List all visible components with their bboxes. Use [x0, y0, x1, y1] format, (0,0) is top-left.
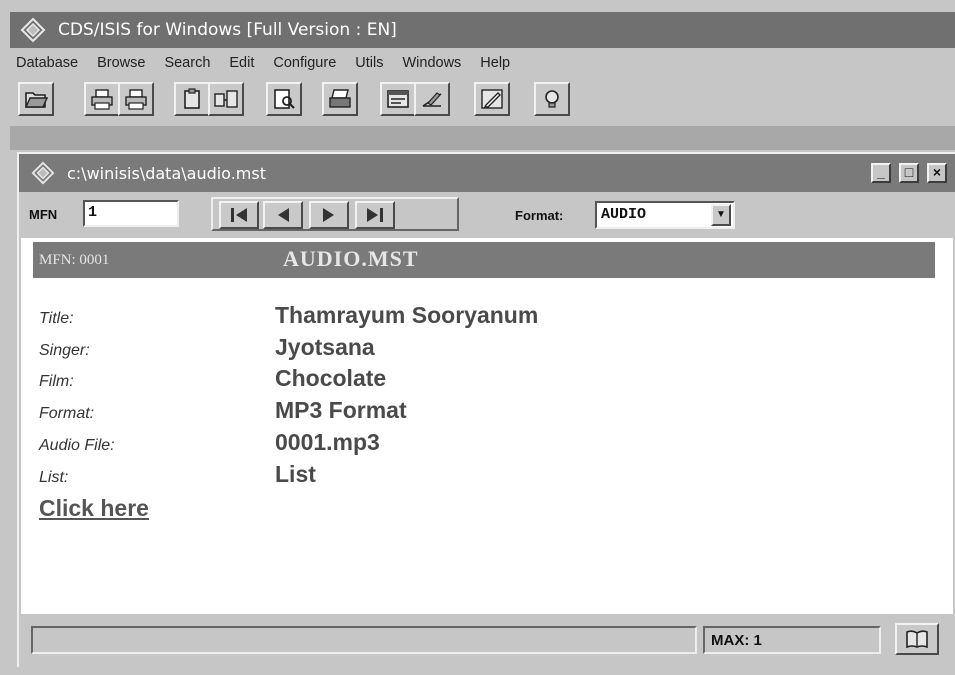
- previous-record-icon: [278, 208, 289, 222]
- menu-database[interactable]: Database: [16, 55, 78, 71]
- click-here-link[interactable]: Click here: [39, 495, 149, 522]
- clipboard-icon: [184, 88, 200, 109]
- field-label: List:: [39, 469, 69, 486]
- close-button[interactable]: ×: [927, 163, 947, 183]
- preview-button[interactable]: [266, 82, 302, 116]
- minimize-button[interactable]: _: [871, 163, 891, 183]
- next-record-button[interactable]: [309, 201, 349, 229]
- field-label: Format:: [39, 405, 95, 422]
- print-ist-button[interactable]: [118, 82, 154, 116]
- main-toolbar: [10, 80, 955, 122]
- menu-bar: Database Browse Search Edit Configure Ut…: [10, 50, 955, 76]
- mdi-background-strip: [10, 126, 955, 150]
- record-header: MFN: 0001 AUDIO.MST: [33, 242, 935, 278]
- max-records-panel: MAX: 1: [703, 626, 881, 654]
- preview-icon: [274, 89, 295, 109]
- format-selected-value: AUDIO: [601, 206, 647, 223]
- edit-icon: [422, 92, 442, 107]
- record-display: MFN: 0001 AUDIO.MST Title: Thamrayum Soo…: [21, 238, 953, 614]
- maximize-button[interactable]: □: [899, 163, 919, 183]
- first-record-icon: [231, 208, 247, 222]
- status-panel: [31, 626, 697, 654]
- print-txt-button[interactable]: [84, 82, 120, 116]
- field-value: MP3 Format: [275, 397, 407, 423]
- print-txt-icon: [91, 89, 113, 110]
- field-value: Chocolate: [275, 365, 387, 391]
- field-label: Title:: [39, 310, 74, 327]
- database-name: AUDIO.MST: [283, 246, 419, 271]
- format-label: Format:: [515, 208, 564, 223]
- previous-record-button[interactable]: [263, 201, 303, 229]
- menu-utils[interactable]: Utils: [355, 55, 383, 71]
- help-tip-button[interactable]: [534, 82, 570, 116]
- field-value: 0001.mp3: [275, 429, 380, 455]
- format-select[interactable]: AUDIO ▼: [595, 201, 735, 229]
- mfn-input[interactable]: 1: [83, 200, 179, 227]
- database-window-icon[interactable]: [31, 161, 55, 185]
- chevron-down-icon[interactable]: ▼: [711, 204, 731, 226]
- app-title-bar[interactable]: CDS/ISIS for Windows [Full Version : EN]: [10, 12, 955, 48]
- book-icon: [906, 630, 928, 649]
- mfn-label: MFN: [29, 207, 58, 222]
- open-folder-icon: [24, 92, 48, 108]
- copy-icon: [214, 90, 238, 108]
- menu-edit[interactable]: Edit: [229, 55, 254, 71]
- database-window: c:\winisis\data\audio.mst _ □ × MFN 1 Fo…: [17, 152, 955, 667]
- pencil-icon: [481, 89, 503, 109]
- status-bar: MAX: 1: [19, 616, 955, 666]
- form-icon: [387, 90, 409, 108]
- field-value: Jyotsana: [275, 334, 375, 360]
- record-navigation: [211, 197, 459, 231]
- last-record-icon: [367, 208, 383, 222]
- menu-configure[interactable]: Configure: [273, 55, 336, 71]
- print-button[interactable]: [322, 82, 358, 116]
- menu-help[interactable]: Help: [480, 55, 510, 71]
- field-value: Thamrayum Sooryanum: [275, 302, 539, 328]
- printer-icon: [329, 89, 351, 108]
- menu-search[interactable]: Search: [164, 55, 210, 71]
- dictionary-button[interactable]: [895, 623, 939, 655]
- clipboard-button[interactable]: [174, 82, 210, 116]
- last-record-button[interactable]: [355, 201, 395, 229]
- open-database-button[interactable]: [18, 82, 54, 116]
- cds-isis-logo-icon[interactable]: [20, 17, 46, 43]
- data-entry-button[interactable]: [380, 82, 416, 116]
- mfn-display: MFN: 0001: [39, 252, 110, 268]
- pencil-button[interactable]: [474, 82, 510, 116]
- app-title: CDS/ISIS for Windows [Full Version : EN]: [58, 20, 397, 40]
- lightbulb-icon: [545, 90, 559, 108]
- application-window: CDS/ISIS for Windows [Full Version : EN]…: [0, 0, 955, 675]
- first-record-button[interactable]: [219, 201, 259, 229]
- edit-button[interactable]: [414, 82, 450, 116]
- field-label: Audio File:: [39, 437, 115, 454]
- next-record-icon: [323, 208, 334, 222]
- menu-windows[interactable]: Windows: [402, 55, 461, 71]
- print-ist-icon: [125, 89, 147, 110]
- field-label: Singer:: [39, 342, 90, 359]
- field-value: List: [275, 461, 316, 487]
- database-window-title-bar[interactable]: c:\winisis\data\audio.mst _ □ ×: [19, 154, 955, 192]
- menu-browse[interactable]: Browse: [97, 55, 145, 71]
- record-toolbar: MFN 1 Format: AUDIO ▼: [19, 192, 955, 236]
- copy-record-button[interactable]: [208, 82, 244, 116]
- field-label: Film:: [39, 373, 74, 390]
- database-window-title: c:\winisis\data\audio.mst: [67, 163, 266, 183]
